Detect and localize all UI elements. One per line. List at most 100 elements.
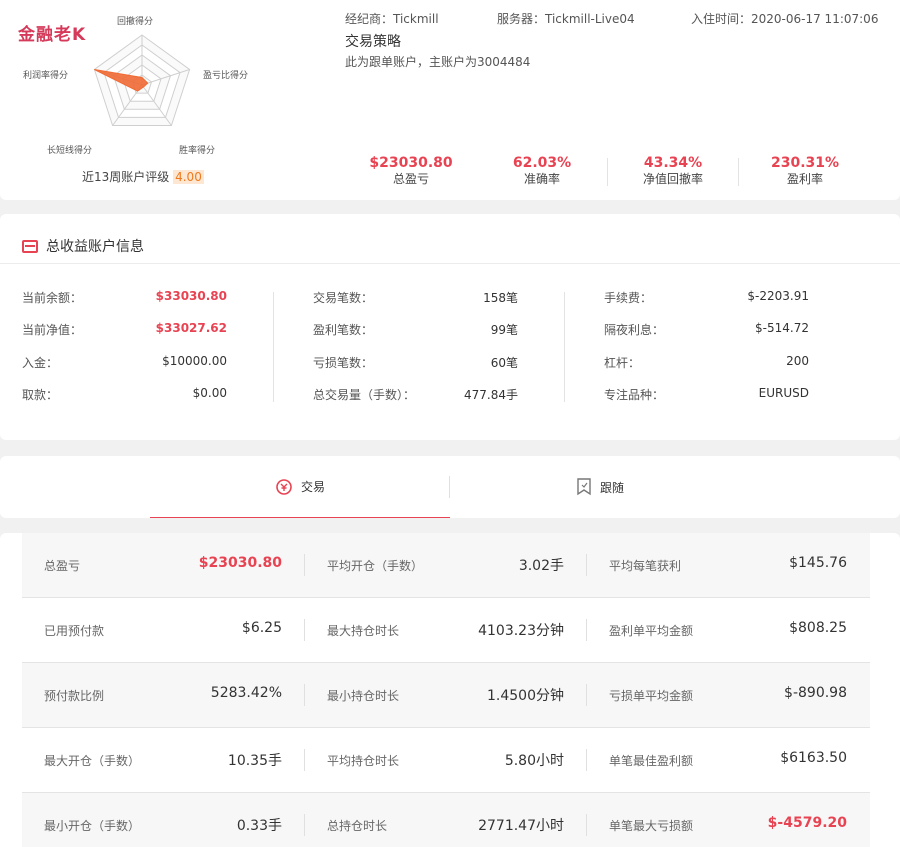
tab-follow[interactable]: 跟随 xyxy=(450,456,750,518)
divider xyxy=(304,814,305,836)
acct-label-deposit: 入金： xyxy=(22,356,59,370)
stat-total-pl: $23030.80 总盈亏 xyxy=(361,154,461,186)
trade-icon xyxy=(276,478,292,495)
account-info-header: 总收益账户信息 xyxy=(22,236,144,256)
stat-drawdown: 43.34% 净值回撤率 xyxy=(623,154,723,186)
acct-label-volume: 总交易量（手数）： xyxy=(313,388,416,402)
divider xyxy=(586,684,587,706)
stat-cell-label: 平均持仓时长 xyxy=(327,754,400,768)
acct-label-balance: 当前余额： xyxy=(22,291,83,305)
acct-value-deposit: $10000.00 xyxy=(162,354,227,368)
stats-row: 预付款比例 5283.42% 最小持仓时长 1.4500分钟 亏损单平均金额 $-890.… xyxy=(22,663,870,728)
acct-value-equity: $33027.62 xyxy=(155,321,227,335)
stats-row: 最大开仓（手数） 10.35手 平均持仓时长 5.80小时 单笔最佳盈利额 $6163.5… xyxy=(22,728,870,793)
account-card-icon xyxy=(22,239,38,253)
acct-label-symbol: 专注品种： xyxy=(604,388,665,402)
strategy-title: 交易策略 xyxy=(345,34,401,50)
stat-value: 43.34% xyxy=(643,155,703,171)
stat-cell-label: 单笔最佳盈利额 xyxy=(609,754,694,768)
stat-cell-value: $-4579.20 xyxy=(767,815,847,831)
divider xyxy=(586,554,587,576)
stat-cell-label: 已用预付款 xyxy=(44,624,105,638)
server-info: 服务器：Tickmill-Live04 xyxy=(497,12,635,26)
divider xyxy=(586,814,587,836)
tab-bar: 交易 跟随 xyxy=(0,456,900,518)
acct-value-balance: $33030.80 xyxy=(155,289,227,303)
stat-cell-value: $6.25 xyxy=(241,620,282,636)
account-info-card: 总收益账户信息 当前余额： $33030.80 当前净值： $33027.62 … xyxy=(0,214,900,440)
broker-info: 经纪商：Tickmill xyxy=(345,12,439,26)
acct-value-swap: $-514.72 xyxy=(755,321,809,335)
acct-label-win-trades: 盈利笔数： xyxy=(313,323,374,337)
radar-label-pl-ratio: 盈亏比得分 xyxy=(203,71,249,81)
stat-cell-value: 0.33手 xyxy=(236,818,282,834)
strategy-description: 此为跟单账户，主账户为3004484 xyxy=(345,55,531,69)
divider xyxy=(738,158,739,186)
stat-cell-value: 3.02手 xyxy=(518,558,564,574)
stat-cell-value: $-890.98 xyxy=(784,685,847,701)
stat-cell-label: 总持仓时长 xyxy=(327,819,388,833)
stat-value: 62.03% xyxy=(512,155,572,171)
watermark-logo: 金融老K xyxy=(18,25,87,45)
stat-cell-label: 最大持仓时长 xyxy=(327,624,400,638)
divider xyxy=(304,684,305,706)
stat-cell-value: 1.4500分钟 xyxy=(487,688,564,704)
acct-label-equity: 当前净值： xyxy=(22,323,83,337)
acct-value-withdraw: $0.00 xyxy=(192,386,227,400)
rating-label: 近13周账户评级 xyxy=(82,170,170,184)
stats-row: 最小开仓（手数） 0.33手 总持仓时长 2771.47小时 单笔最大亏损额 $-4579… xyxy=(22,793,870,847)
stat-label: 准确率 xyxy=(523,172,560,186)
divider xyxy=(304,749,305,771)
stat-label: 净值回撤率 xyxy=(642,172,703,186)
stats-row: 总盈亏 $23030.80 平均开仓（手数） 3.02手 平均每笔获利 $145.76 xyxy=(22,533,870,598)
stat-cell-label: 亏损单平均金额 xyxy=(609,689,694,703)
acct-value-win-trades: 99笔 xyxy=(490,323,518,337)
stat-cell-label: 最小开仓（手数） xyxy=(44,819,141,833)
acct-value-symbol: EURUSD xyxy=(758,386,809,400)
stat-cell-label: 最大开仓（手数） xyxy=(44,754,141,768)
stat-cell-label: 预付款比例 xyxy=(44,689,105,703)
acct-label-swap: 隔夜利息： xyxy=(604,323,665,337)
stat-profit-rate: 230.31% 盈利率 xyxy=(755,154,855,186)
stat-accuracy: 62.03% 准确率 xyxy=(492,154,592,186)
divider xyxy=(586,619,587,641)
stat-label: 总盈亏 xyxy=(392,172,429,186)
divider xyxy=(607,158,608,186)
acct-value-trades: 158笔 xyxy=(483,291,518,305)
stat-cell-label: 最小持仓时长 xyxy=(327,689,400,703)
stat-cell-label: 盈利单平均金额 xyxy=(609,624,694,638)
divider xyxy=(564,292,565,402)
stat-cell-value: $808.25 xyxy=(789,620,847,636)
divider xyxy=(0,263,900,264)
radar-label-profit-rate: 利润率得分 xyxy=(23,71,69,81)
acct-label-loss-trades: 亏损笔数： xyxy=(313,356,374,370)
stats-row: 已用预付款 $6.25 最大持仓时长 4103.23分钟 盈利单平均金额 $808.25 xyxy=(22,598,870,663)
radar-label-horizon: 长短线得分 xyxy=(47,146,93,156)
radar-label-drawdown: 回撤得分 xyxy=(117,17,154,27)
join-time: 入住时间：2020-06-17 11:07:06 xyxy=(691,12,879,26)
account-info-title: 总收益账户信息 xyxy=(46,239,144,255)
divider xyxy=(304,619,305,641)
acct-label-trades: 交易笔数： xyxy=(313,291,374,305)
account-summary-card: 回撤得分 盈亏比得分 胜率得分 长短线得分 利润率得分 金融老K 近13周账户评… xyxy=(0,0,900,200)
acct-value-loss-trades: 60笔 xyxy=(490,356,518,370)
tab-trade[interactable]: 交易 xyxy=(150,456,450,518)
divider xyxy=(304,554,305,576)
stat-label: 盈利率 xyxy=(786,172,823,186)
stat-cell-label: 平均开仓（手数） xyxy=(327,559,424,573)
acct-value-volume: 477.84手 xyxy=(464,388,518,402)
tab-trade-label: 交易 xyxy=(300,480,325,494)
acct-value-commission: $-2203.91 xyxy=(747,289,809,303)
stat-cell-value: 2771.47小时 xyxy=(478,818,564,834)
acct-value-leverage: 200 xyxy=(786,354,809,368)
divider xyxy=(586,749,587,771)
stat-cell-value: 4103.23分钟 xyxy=(478,623,564,639)
stat-cell-value: $145.76 xyxy=(789,555,847,571)
acct-label-commission: 手续费： xyxy=(604,291,653,305)
trade-stats-grid: 总盈亏 $23030.80 平均开仓（手数） 3.02手 平均每笔获利 $145.76 已用… xyxy=(0,533,900,847)
stat-cell-label: 总盈亏 xyxy=(44,559,81,573)
tab-follow-label: 跟随 xyxy=(599,480,624,495)
stat-cell-value: 5.80小时 xyxy=(504,753,564,769)
stat-cell-label: 单笔最大亏损额 xyxy=(609,819,694,833)
stat-cell-label: 平均每笔获利 xyxy=(609,559,682,573)
